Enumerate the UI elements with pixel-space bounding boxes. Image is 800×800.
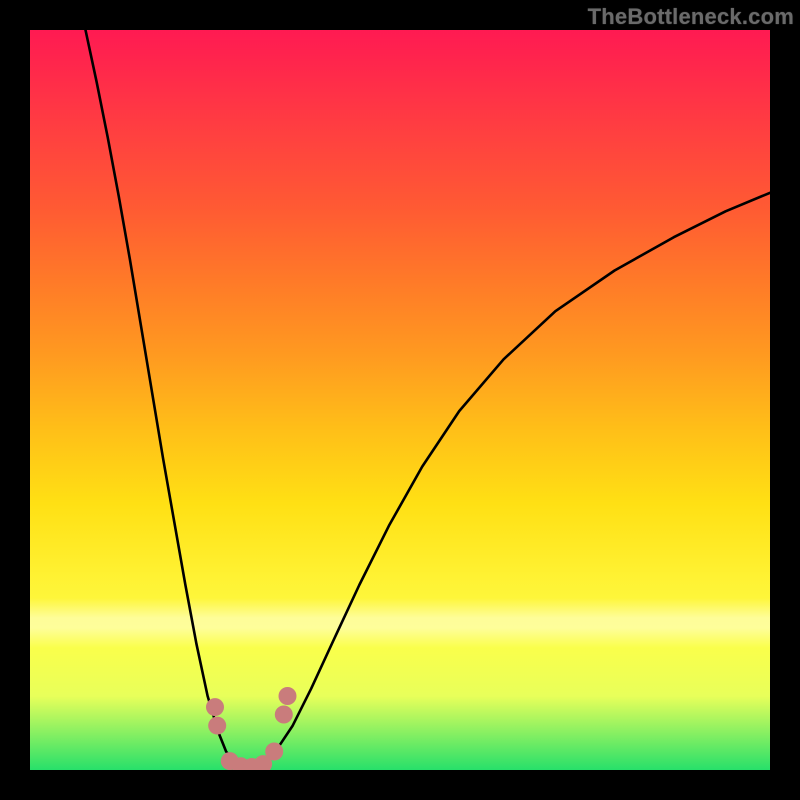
marker-dot <box>279 687 297 705</box>
curve-group <box>86 30 771 769</box>
chart-svg <box>30 30 770 770</box>
marker-dot <box>275 706 293 724</box>
curve-right-path <box>267 193 770 761</box>
marker-dot <box>206 698 224 716</box>
chart-frame: TheBottleneck.com <box>0 0 800 800</box>
watermark-text: TheBottleneck.com <box>588 4 794 30</box>
marker-group <box>206 687 297 770</box>
marker-dot <box>208 717 226 735</box>
plot-area <box>30 30 770 770</box>
marker-dot <box>265 743 283 761</box>
curve-left-path <box>86 30 234 761</box>
